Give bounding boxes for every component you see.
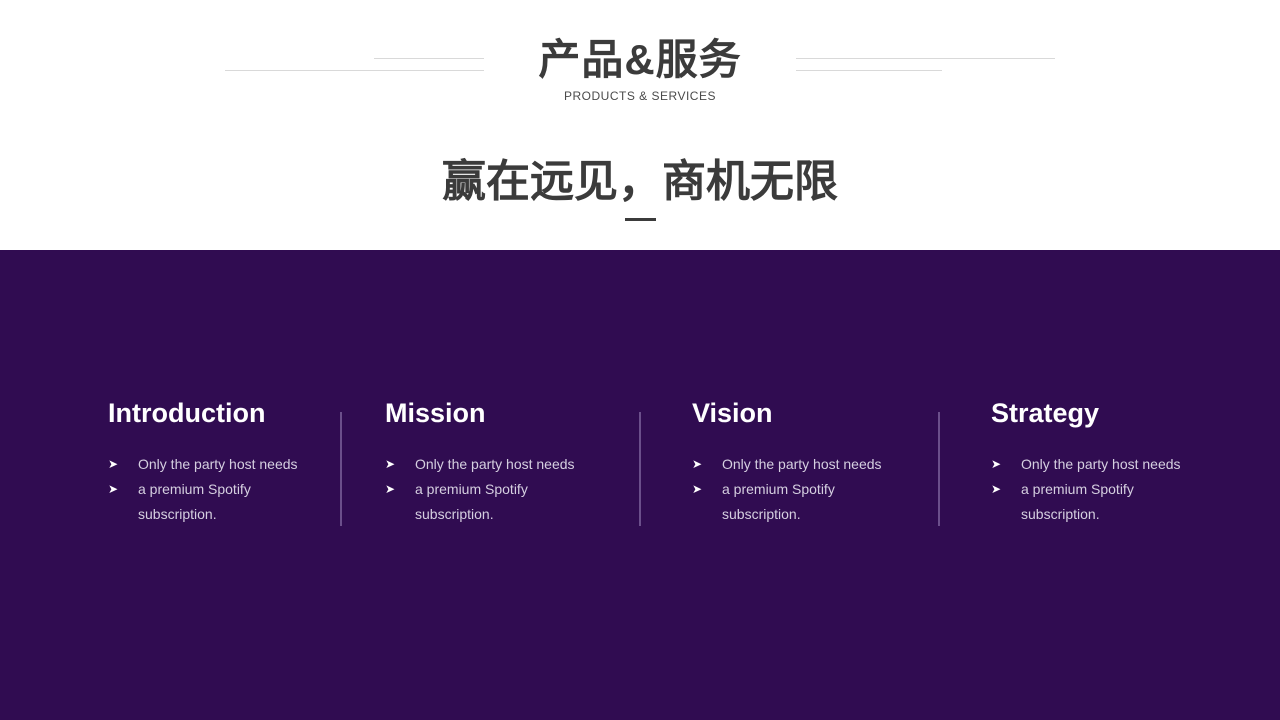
column-introduction: Introduction ➤ Only the party host needs… bbox=[108, 394, 348, 527]
list-item-text: Only the party host needs bbox=[138, 456, 298, 472]
column-vision: Vision ➤ Only the party host needs ➤ a p… bbox=[692, 394, 932, 527]
list-item-continuation: subscription. bbox=[385, 502, 625, 527]
column-divider bbox=[938, 412, 940, 526]
list-item-continuation: subscription. bbox=[991, 502, 1231, 527]
column-mission: Mission ➤ Only the party host needs ➤ a … bbox=[385, 394, 625, 527]
list-item-text: a premium Spotify bbox=[138, 481, 251, 497]
list-item-text: a premium Spotify bbox=[415, 481, 528, 497]
list-item: ➤ a premium Spotify bbox=[385, 477, 625, 502]
list-item: ➤ Only the party host needs bbox=[108, 452, 348, 477]
page-subtitle: PRODUCTS & SERVICES bbox=[564, 89, 716, 103]
header-section: 产品&服务 PRODUCTS & SERVICES 赢在远见，商机无限 bbox=[0, 0, 1280, 250]
arrowhead-icon: ➤ bbox=[108, 482, 119, 496]
column-title: Vision bbox=[692, 398, 773, 428]
list-item-text: a premium Spotify bbox=[722, 481, 835, 497]
column-title: Strategy bbox=[991, 398, 1100, 428]
arrowhead-icon: ➤ bbox=[692, 457, 703, 471]
list-item: ➤ a premium Spotify bbox=[108, 477, 348, 502]
list-item: ➤ Only the party host needs bbox=[991, 452, 1231, 477]
list-item: ➤ Only the party host needs bbox=[692, 452, 932, 477]
arrowhead-icon: ➤ bbox=[385, 482, 396, 496]
list-item-text: a premium Spotify bbox=[1021, 481, 1134, 497]
column-divider bbox=[340, 412, 342, 526]
column-strategy: Strategy ➤ Only the party host needs ➤ a… bbox=[991, 394, 1231, 527]
tagline-underline bbox=[625, 218, 656, 221]
page-title: 产品&服务 bbox=[538, 36, 742, 83]
list-item-text: Only the party host needs bbox=[415, 456, 575, 472]
arrowhead-icon: ➤ bbox=[991, 457, 1002, 471]
column-title: Mission bbox=[385, 398, 486, 428]
list-item: ➤ a premium Spotify bbox=[692, 477, 932, 502]
list-item-continuation: subscription. bbox=[692, 502, 932, 527]
arrowhead-icon: ➤ bbox=[108, 457, 119, 471]
arrowhead-icon: ➤ bbox=[692, 482, 703, 496]
content-section: Introduction ➤ Only the party host needs… bbox=[0, 250, 1280, 720]
list-item-continuation: subscription. bbox=[108, 502, 348, 527]
column-title: Introduction bbox=[108, 398, 266, 428]
list-item: ➤ a premium Spotify bbox=[991, 477, 1231, 502]
column-divider bbox=[639, 412, 641, 526]
list-item-text: subscription. bbox=[415, 506, 494, 522]
list-item: ➤ Only the party host needs bbox=[385, 452, 625, 477]
list-item-text: subscription. bbox=[722, 506, 801, 522]
tagline: 赢在远见，商机无限 bbox=[442, 157, 838, 206]
list-item-text: Only the party host needs bbox=[1021, 456, 1181, 472]
slide: 产品&服务 PRODUCTS & SERVICES 赢在远见，商机无限 Intr… bbox=[0, 0, 1280, 720]
list-item-text: subscription. bbox=[1021, 506, 1100, 522]
arrowhead-icon: ➤ bbox=[991, 482, 1002, 496]
arrowhead-icon: ➤ bbox=[385, 457, 396, 471]
list-item-text: subscription. bbox=[138, 506, 217, 522]
list-item-text: Only the party host needs bbox=[722, 456, 882, 472]
